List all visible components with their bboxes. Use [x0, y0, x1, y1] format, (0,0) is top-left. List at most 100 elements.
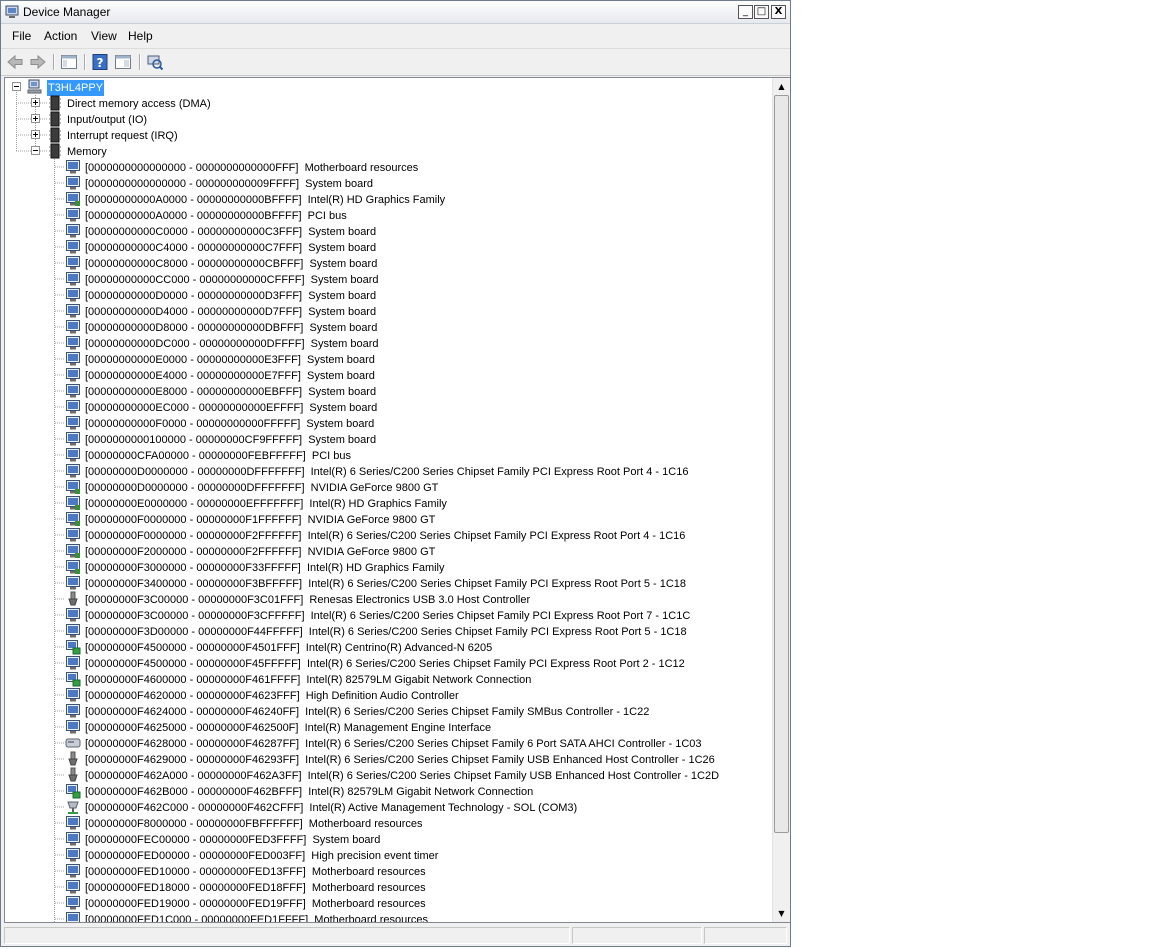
title-bar[interactable]: Device Manager _ □ X [1, 1, 790, 24]
memory-resource-label: [00000000F462A000 - 00000000F462A3FF] In… [85, 770, 720, 782]
vertical-scrollbar[interactable]: ▲ ▼ [772, 78, 790, 922]
memory-resource-item[interactable]: [00000000FED1C000 - 00000000FED1FFFF] Mo… [5, 78, 771, 922]
category-label: Input/output (IO) [67, 114, 148, 126]
memory-resource-label: [00000000000E4000 - 00000000000E7FFF] Sy… [85, 370, 375, 382]
memory-resource-label: [00000000FEC00000 - 00000000FED3FFFF] Sy… [85, 834, 381, 846]
memory-resource-label: [00000000F0000000 - 00000000F2FFFFFF] In… [85, 530, 686, 542]
hardware-resource-icon [49, 111, 61, 127]
toolbar-separator [139, 54, 140, 70]
scroll-down-arrow-icon[interactable]: ▼ [774, 906, 789, 921]
display-device-icon [66, 512, 80, 526]
monitor-device-icon [66, 608, 80, 622]
category-label: Direct memory access (DMA) [67, 98, 211, 110]
memory-resource-label: [00000000D0000000 - 00000000DFFFFFFF] In… [85, 466, 689, 478]
memory-resource-label: [00000000F3D00000 - 00000000F44FFFFF] In… [85, 626, 687, 638]
memory-resource-label: [00000000000A0000 - 00000000000BFFFF] In… [85, 194, 446, 206]
monitor-device-icon [66, 304, 80, 318]
menu-action[interactable]: Action [44, 29, 77, 43]
monitor-device-icon [66, 352, 80, 366]
memory-resource-label: [00000000F0000000 - 00000000F1FFFFFF] NV… [85, 514, 436, 526]
usb-device-icon [68, 591, 78, 606]
help-icon[interactable]: ? [91, 53, 109, 71]
scan-hardware-icon[interactable] [146, 53, 164, 71]
monitor-device-icon [66, 160, 80, 174]
menu-view[interactable]: View [91, 29, 117, 43]
expand-toggle-icon[interactable] [31, 98, 40, 107]
toolbar-separator [84, 54, 85, 70]
monitor-device-icon [66, 240, 80, 254]
monitor-device-icon [66, 400, 80, 414]
storage-device-icon [65, 738, 81, 748]
minimize-button[interactable]: _ [738, 5, 753, 19]
memory-resource-label: [00000000CFA00000 - 00000000FEBFFFFF] PC… [85, 450, 351, 462]
monitor-device-icon [66, 384, 80, 398]
display-device-icon [66, 192, 80, 206]
memory-resource-label: [00000000D0000000 - 00000000DFFFFFFF] NV… [85, 482, 439, 494]
monitor-device-icon [66, 880, 80, 894]
monitor-device-icon [66, 448, 80, 462]
scroll-up-arrow-icon[interactable]: ▲ [774, 79, 789, 94]
display-device-icon [66, 544, 80, 558]
close-button[interactable]: X [771, 5, 786, 19]
memory-resource-label: [00000000FED19000 - 00000000FED19FFF] Mo… [85, 898, 426, 910]
category-label: Interrupt request (IRQ) [67, 130, 178, 142]
monitor-device-icon [66, 624, 80, 638]
memory-resource-label: [00000000000DC000 - 00000000000DFFFF] Sy… [85, 338, 379, 350]
hardware-resource-icon [49, 95, 61, 111]
memory-resource-label: [00000000FED00000 - 00000000FED003FF] Hi… [85, 850, 439, 862]
properties-pane-icon[interactable] [114, 53, 132, 71]
monitor-device-icon [66, 528, 80, 542]
monitor-device-icon [66, 688, 80, 702]
memory-resource-label: [00000000000C0000 - 00000000000C3FFF] Sy… [85, 226, 377, 238]
memory-resource-label: [00000000F4625000 - 00000000F462500F] In… [85, 722, 492, 734]
device-tree[interactable]: T3HL4PPY Direct memory access (DMA) Input/… [4, 77, 790, 923]
memory-resource-label: [00000000FED1C000 - 00000000FED1FFFF] Mo… [85, 914, 429, 923]
expand-toggle-icon[interactable] [31, 114, 40, 123]
monitor-device-icon [66, 272, 80, 286]
svg-text:?: ? [97, 56, 104, 70]
memory-resource-label: [00000000000D4000 - 00000000000D7FFF] Sy… [85, 306, 377, 318]
forward-arrow-icon[interactable] [29, 53, 47, 71]
menu-file[interactable]: File [12, 29, 31, 43]
memory-resource-label: [00000000F4629000 - 00000000F46293FF] In… [85, 754, 715, 766]
memory-resource-label: [00000000000C8000 - 00000000000CBFFF] Sy… [85, 258, 378, 270]
memory-resource-label: [00000000F3C00000 - 00000000F3CFFFFF] In… [85, 610, 691, 622]
monitor-device-icon [66, 912, 80, 922]
memory-resource-label: [00000000F462C000 - 00000000F462CFFF] In… [85, 802, 578, 814]
network-device-icon [66, 784, 81, 799]
menu-help[interactable]: Help [128, 29, 153, 43]
show-hide-console-tree-icon[interactable] [60, 53, 78, 71]
monitor-device-icon [66, 464, 80, 478]
memory-resource-label: [00000000F3000000 - 00000000F33FFFFF] In… [85, 562, 445, 574]
window-title: Device Manager [23, 5, 111, 19]
monitor-device-icon [66, 896, 80, 910]
memory-resource-label: [00000000000D8000 - 00000000000DBFFF] Sy… [85, 322, 378, 334]
memory-resource-label: [0000000000000000 - 0000000000000FFF] Mo… [85, 162, 419, 174]
monitor-device-icon [66, 848, 80, 862]
memory-resource-label: [00000000000E8000 - 00000000000EBFFF] Sy… [85, 386, 377, 398]
expand-toggle-icon[interactable] [31, 130, 40, 139]
memory-resource-label: [00000000F4628000 - 00000000F46287FF] In… [85, 738, 702, 750]
tree-connector-lines [16, 86, 65, 922]
monitor-device-icon [66, 576, 80, 590]
status-bar [1, 925, 790, 946]
toolbar-separator [53, 54, 54, 70]
memory-resource-label: [0000000000100000 - 00000000CF9FFFFF] Sy… [85, 434, 377, 446]
memory-resource-label: [00000000FED18000 - 00000000FED18FFF] Mo… [85, 882, 426, 894]
back-arrow-icon[interactable] [6, 53, 24, 71]
monitor-device-icon [66, 816, 80, 830]
memory-resource-label: [00000000F2000000 - 00000000F2FFFFFF] NV… [85, 546, 436, 558]
memory-resource-label: [00000000F4624000 - 00000000F46240FF] In… [85, 706, 650, 718]
memory-resource-label: [00000000F3400000 - 00000000F3BFFFFF] In… [85, 578, 687, 590]
network-device-icon [66, 640, 81, 655]
maximize-button[interactable]: □ [754, 5, 769, 19]
monitor-device-icon [66, 656, 80, 670]
usb-device-icon [68, 767, 78, 782]
toolbar: ? [1, 48, 790, 76]
status-pane-3 [704, 927, 787, 944]
monitor-device-icon [66, 416, 80, 430]
scrollbar-thumb[interactable] [774, 95, 789, 833]
network-device-icon [66, 672, 81, 687]
collapse-toggle-icon[interactable] [31, 146, 40, 155]
status-pane-main [4, 927, 570, 944]
